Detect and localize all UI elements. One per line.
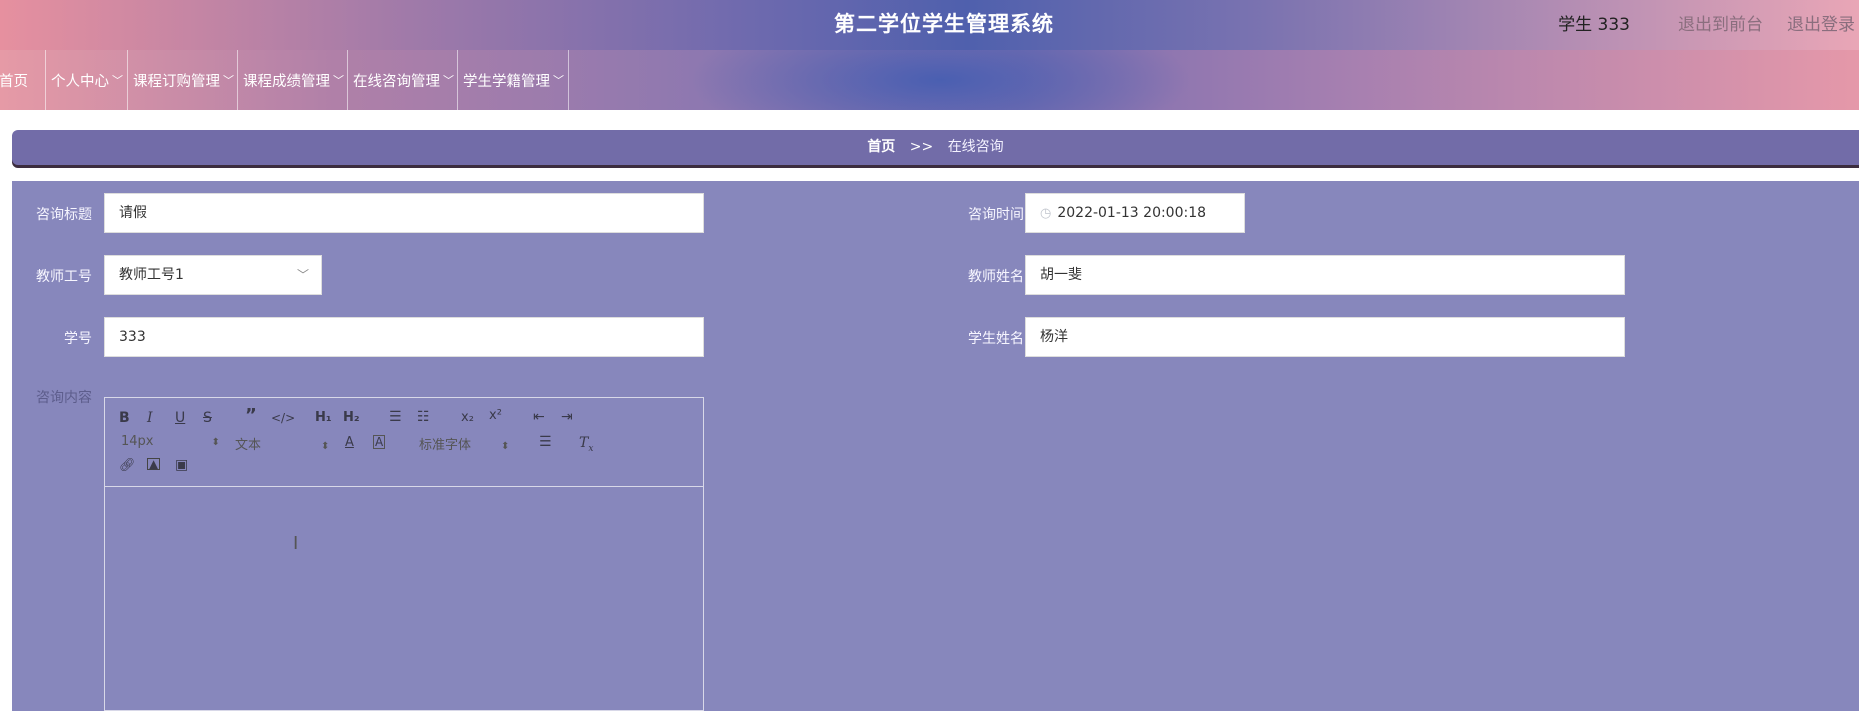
user-area: 学生 333 退出到前台 退出登录 [1558, 10, 1855, 35]
indent-icon[interactable]: ⇥ [561, 409, 573, 425]
code-block-icon[interactable]: </> [271, 410, 295, 426]
picker-arrows-icon: ⬍ [211, 437, 220, 448]
underline-icon[interactable]: U [175, 410, 185, 426]
chevron-down-icon: ﹀ [553, 74, 564, 87]
strike-icon[interactable]: S [203, 410, 212, 426]
nav-student-status[interactable]: 学生学籍管理 ﹀ [458, 50, 569, 110]
ordered-list-icon[interactable]: ☰ [389, 409, 402, 425]
outdent-icon[interactable]: ⇤ [533, 409, 545, 425]
nav-label: 在线咨询管理 [353, 73, 440, 90]
heading-2-icon[interactable]: H₂ [343, 410, 360, 426]
font-family-value: 标准字体 [419, 438, 472, 453]
nav-home-label: 首页 [0, 73, 28, 90]
italic-icon[interactable]: I [147, 410, 153, 426]
bullet-list-icon[interactable]: ☷ [417, 409, 430, 425]
superscript-icon[interactable]: x² [489, 408, 502, 424]
main-nav: 首页 个人中心 ﹀ 课程订购管理 ﹀ 课程成绩管理 ﹀ 在线咨询管理 ﹀ 学生学籍管理 ﹀ [0, 50, 1859, 110]
teacher-name-label: 教师姓名 [968, 269, 1024, 285]
logout-link[interactable]: 退出登录 [1787, 10, 1855, 35]
blockquote-icon[interactable]: ” [245, 407, 257, 425]
font-size-value: 14px [121, 434, 154, 449]
bold-icon[interactable]: B [119, 410, 130, 426]
teacher-id-value: 教师工号1 [119, 267, 184, 283]
consult-content-label: 咨询内容 [36, 390, 92, 406]
subscript-icon[interactable]: x₂ [461, 410, 474, 426]
student-name-input[interactable]: 杨洋 [1025, 317, 1625, 357]
nav-personal-center[interactable]: 个人中心 ﹀ [46, 50, 128, 110]
student-name-label: 学生姓名 [968, 331, 1024, 347]
breadcrumb-separator: >> [909, 139, 934, 155]
chevron-down-icon: ﹀ [443, 74, 454, 87]
nav-label: 学生学籍管理 [463, 73, 550, 90]
font-family-picker[interactable]: 标准字体 ⬍ [419, 434, 509, 453]
teacher-id-select[interactable]: 教师工号1 ﹀ [104, 255, 322, 295]
header-type-picker[interactable]: 文本 ⬍ [235, 434, 329, 453]
clock-icon: ◷ [1040, 206, 1052, 221]
video-icon[interactable]: ▣ [175, 457, 188, 473]
nav-label: 课程订购管理 [133, 73, 220, 90]
nav-course-grades[interactable]: 课程成绩管理 ﹀ [238, 50, 348, 110]
teacher-id-label: 教师工号 [36, 269, 92, 285]
link-icon[interactable]: 🔗︎ [119, 458, 136, 474]
consult-title-input[interactable]: 请假 [104, 193, 704, 233]
student-id-input[interactable]: 333 [104, 317, 704, 357]
editor-toolbar: B I U S ” </> H₁ H₂ ☰ ☷ x₂ x² ⇤ ⇥ 14px ⬍ … [105, 398, 703, 487]
current-user: 学生 333 [1558, 15, 1630, 35]
picker-arrows-icon: ⬍ [321, 441, 330, 452]
nav-label: 课程成绩管理 [243, 73, 330, 90]
chevron-down-icon: ﹀ [112, 74, 123, 87]
nav-label: 个人中心 [51, 73, 109, 90]
font-color-icon[interactable]: A [345, 435, 354, 451]
editor-content-area[interactable] [105, 487, 703, 712]
chevron-down-icon: ﹀ [333, 74, 344, 87]
rich-text-editor: B I U S ” </> H₁ H₂ ☰ ☷ x₂ x² ⇤ ⇥ 14px ⬍ … [104, 397, 704, 711]
student-id-label: 学号 [64, 331, 92, 347]
teacher-name-input[interactable]: 胡一斐 [1025, 255, 1625, 295]
breadcrumb-home[interactable]: 首页 [867, 139, 895, 155]
breadcrumb-current: 在线咨询 [947, 139, 1004, 155]
consult-time-label: 咨询时间 [968, 207, 1024, 223]
align-icon[interactable]: ☰ [539, 434, 552, 450]
image-icon[interactable]: ▲ [147, 458, 161, 470]
nav-course-order[interactable]: 课程订购管理 ﹀ [128, 50, 238, 110]
text-cursor-icon: I [293, 533, 299, 554]
chevron-down-icon: ﹀ [296, 268, 309, 282]
top-header: 第二学位学生管理系统 学生 333 退出到前台 退出登录 [0, 0, 1859, 50]
nav-consult[interactable]: 在线咨询管理 ﹀ [348, 50, 458, 110]
consult-title-label: 咨询标题 [36, 207, 92, 223]
clear-format-icon[interactable]: Tx [579, 435, 593, 457]
consult-time-picker[interactable]: ◷ 2022-01-13 20:00:18 [1025, 193, 1245, 233]
heading-1-icon[interactable]: H₁ [315, 410, 332, 426]
header-type-value: 文本 [235, 438, 262, 453]
nav-home[interactable]: 首页 [0, 50, 46, 110]
chevron-down-icon: ﹀ [223, 74, 234, 87]
font-size-picker[interactable]: 14px ⬍ [121, 434, 220, 449]
picker-arrows-icon: ⬍ [501, 441, 510, 452]
breadcrumb: 首页 >> 在线咨询 [12, 130, 1859, 165]
consult-time-value: 2022-01-13 20:00:18 [1057, 205, 1207, 221]
background-color-icon[interactable]: A [373, 435, 386, 449]
exit-to-front-link[interactable]: 退出到前台 [1678, 10, 1763, 35]
